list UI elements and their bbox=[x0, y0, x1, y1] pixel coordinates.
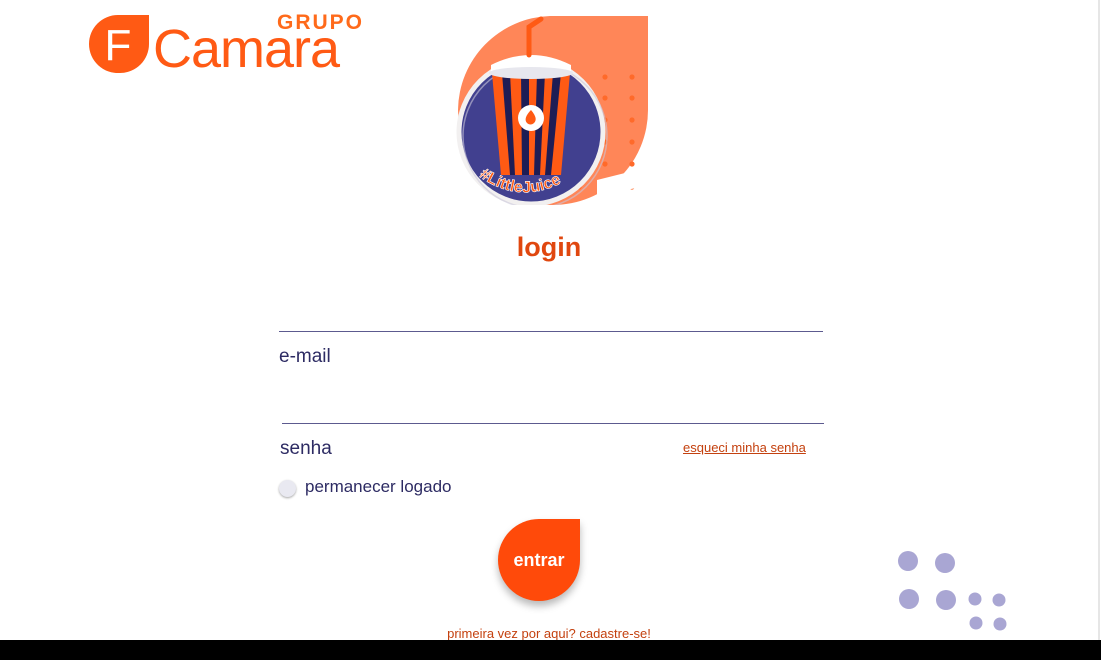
password-input[interactable] bbox=[282, 423, 824, 424]
email-input[interactable] bbox=[279, 331, 823, 332]
brand-logo: F GRUPO Camara bbox=[89, 11, 369, 79]
login-submit-button[interactable]: entrar bbox=[498, 519, 580, 601]
bottom-bar bbox=[0, 640, 1101, 660]
email-field-label: e-mail bbox=[279, 346, 331, 367]
login-page: F GRUPO Camara #LittleJuice login e-mail… bbox=[0, 0, 1100, 640]
decorative-dots bbox=[898, 551, 1007, 631]
remember-me-label: permanecer logado bbox=[305, 477, 452, 496]
forgot-password-link[interactable]: esqueci minha senha bbox=[683, 440, 806, 455]
login-submit-label: entrar bbox=[513, 549, 565, 570]
page-title: login bbox=[516, 232, 582, 262]
remember-me-radio[interactable] bbox=[279, 480, 296, 497]
juice-cup-illustration: #LittleJuice bbox=[456, 16, 648, 205]
brand-mark-icon: F bbox=[89, 15, 149, 73]
brand-name: Camara bbox=[153, 19, 340, 79]
svg-text:F: F bbox=[105, 21, 132, 70]
password-field-label: senha bbox=[280, 438, 332, 459]
